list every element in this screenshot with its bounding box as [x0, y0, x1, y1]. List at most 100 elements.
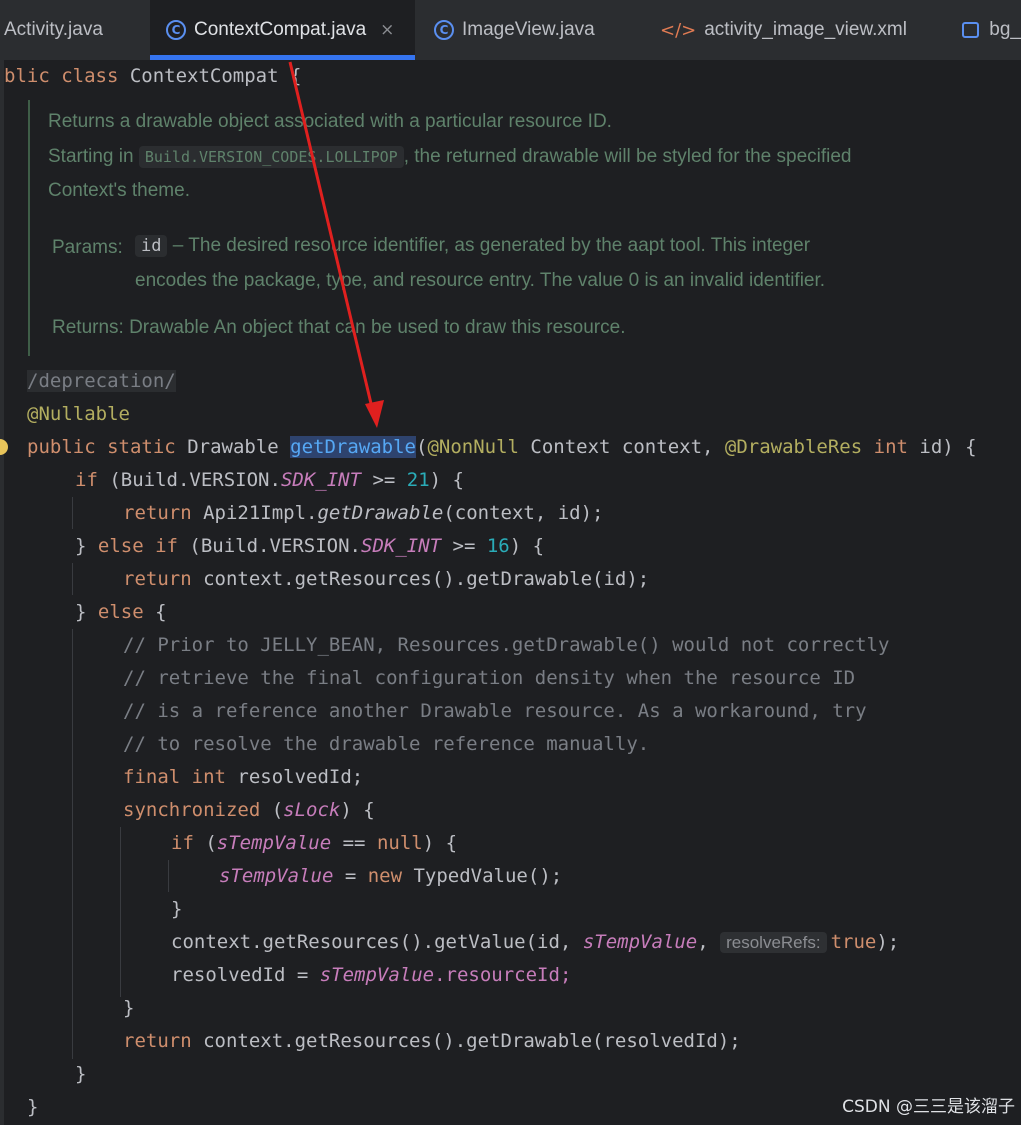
class-icon: C: [166, 20, 186, 40]
keyword: synchronized: [123, 799, 261, 821]
doc-params: id – The desired resource identifier, as…: [135, 235, 810, 257]
keyword: final int: [123, 766, 226, 788]
code-text: context.getResources().getValue(id,: [171, 931, 583, 953]
class-name: ContextCompat {: [129, 65, 302, 87]
doc-line: Starting in Build.VERSION_CODES.LOLLIPOP…: [48, 146, 852, 168]
doc-line: Returns a drawable object associated wit…: [48, 111, 612, 132]
code-line[interactable]: return Api21Impl.getDrawable(context, id…: [123, 498, 603, 528]
code-comment[interactable]: // is a reference another Drawable resou…: [123, 696, 867, 726]
code-text: context.getResources().getDrawable(resol…: [191, 1030, 741, 1052]
number: 16: [486, 535, 510, 557]
doc-line: Context's theme.: [48, 180, 190, 201]
rendered-javadoc: Returns a drawable object associated wit…: [28, 100, 1021, 356]
code-text: (Build.VERSION.: [177, 535, 361, 557]
keyword: else if: [97, 535, 178, 557]
tab-activity-java[interactable]: Activity.java: [0, 0, 150, 60]
code-text: context.getResources().getDrawable(id);: [203, 568, 650, 590]
code-line-signature[interactable]: public static Drawable getDrawable(@NonN…: [27, 432, 977, 462]
annotation: @NonNull: [427, 436, 519, 458]
code-line[interactable]: return context.getResources().getDrawabl…: [123, 1026, 741, 1056]
static-field: sTempValue: [216, 832, 332, 854]
code-line[interactable]: @Nullable: [27, 399, 130, 429]
static-field: sTempValue: [582, 931, 698, 953]
keyword: static: [107, 436, 176, 458]
doc-bar: [28, 100, 30, 356]
code-line[interactable]: sTempValue = new TypedValue();: [219, 861, 562, 891]
annotation: @Nullable: [27, 403, 130, 425]
punctuation: (: [416, 436, 428, 458]
param: id) {: [919, 436, 977, 458]
code-line[interactable]: return context.getResources().getDrawabl…: [123, 564, 649, 594]
code-text: ) {: [340, 799, 375, 821]
folded-comment[interactable]: /deprecation/: [27, 370, 176, 392]
code-text: resolvedId;: [225, 766, 364, 788]
doc-param-name: id: [135, 235, 168, 257]
code-text: {: [143, 601, 167, 623]
method-name-highlighted[interactable]: getDrawable: [290, 436, 416, 458]
editor-tab-bar: Activity.java C ContextCompat.java × C I…: [0, 0, 1021, 60]
doc-line: encodes the package, type, and resource …: [135, 270, 826, 291]
close-icon[interactable]: ×: [380, 20, 394, 40]
indent-guide: [72, 497, 73, 529]
code-line[interactable]: }: [27, 1092, 38, 1122]
static-field: sTempValue: [219, 865, 334, 887]
code-text: }: [75, 601, 98, 623]
code-line[interactable]: context.getResources().getValue(id, sTem…: [171, 927, 899, 957]
tab-label: ImageView.java: [462, 19, 595, 40]
code-line[interactable]: final int resolvedId;: [123, 762, 363, 792]
keyword: new: [367, 865, 403, 887]
code-text: ) {: [429, 469, 464, 491]
code-line[interactable]: }: [123, 993, 134, 1023]
code-line[interactable]: if (Build.VERSION.SDK_INT >= 21) {: [75, 465, 464, 495]
code-comment[interactable]: // retrieve the final configuration dens…: [123, 663, 855, 693]
code-comment[interactable]: // Prior to JELLY_BEAN, Resources.getDra…: [123, 630, 889, 660]
tab-activity-image-view-xml[interactable]: </> activity_image_view.xml: [646, 0, 946, 60]
keyword: if: [171, 832, 194, 854]
keyword: true: [830, 931, 877, 953]
code-line-class-decl[interactable]: blic class ContextCompat {: [4, 61, 301, 91]
tab-label: bg_: [989, 19, 1021, 40]
param: Context context,: [530, 436, 714, 458]
tab-contextcompat-java[interactable]: C ContextCompat.java ×: [150, 0, 415, 60]
tab-label: activity_image_view.xml: [704, 19, 907, 40]
code-text: (: [193, 832, 217, 854]
number: 21: [406, 469, 430, 491]
keyword: return: [123, 568, 192, 590]
editor-left-edge: [0, 60, 4, 1125]
code-line[interactable]: } else if (Build.VERSION.SDK_INT >= 16) …: [75, 531, 544, 561]
code-line[interactable]: resolvedId = sTempValue.resourceId;: [171, 960, 571, 990]
code-text: >=: [441, 535, 487, 557]
code-line[interactable]: /deprecation/: [27, 366, 176, 396]
code-line[interactable]: }: [75, 1059, 86, 1089]
code-line[interactable]: synchronized (sLock) {: [123, 795, 375, 825]
code-text: >=: [361, 469, 407, 491]
xml-icon: </>: [660, 19, 697, 41]
code-text: }: [75, 535, 98, 557]
keyword: return: [123, 502, 192, 524]
image-icon: [962, 22, 980, 38]
tab-imageview-java[interactable]: C ImageView.java: [418, 0, 643, 60]
code-text: (context, id);: [443, 502, 604, 524]
tab-label: Activity.java: [4, 19, 103, 40]
code-line[interactable]: } else {: [75, 597, 167, 627]
keyword: blic class: [4, 65, 119, 87]
class-icon: C: [434, 20, 454, 40]
field-access: .resourceId;: [434, 964, 572, 986]
static-method: getDrawable: [317, 502, 444, 524]
code-line[interactable]: if (sTempValue == null) {: [171, 828, 457, 858]
code-text: Api21Impl.: [203, 502, 318, 524]
watermark: CSDN @三三是该溜子: [842, 1097, 1015, 1117]
indent-guide: [72, 629, 73, 1059]
tab-bg-drawable[interactable]: bg_: [948, 0, 1021, 60]
doc-text: , the returned drawable will be styled f…: [403, 146, 852, 167]
keyword: public: [27, 436, 96, 458]
static-field: sTempValue: [319, 964, 435, 986]
code-text: resolvedId =: [171, 964, 320, 986]
code-comment[interactable]: // to resolve the drawable reference man…: [123, 729, 649, 759]
keyword: else: [97, 601, 144, 623]
arrow-head: [365, 400, 384, 428]
gutter-marker: [0, 439, 8, 455]
doc-code-link[interactable]: Build.VERSION_CODES.LOLLIPOP: [138, 146, 404, 168]
code-line[interactable]: }: [171, 894, 182, 924]
doc-text: Starting in: [48, 146, 134, 167]
